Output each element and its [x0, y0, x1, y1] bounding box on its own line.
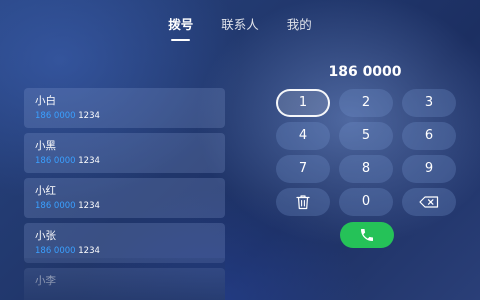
number-rest: 1234: [75, 201, 100, 211]
key-4[interactable]: 4: [276, 122, 330, 150]
phone-icon: [361, 229, 373, 241]
tab-contacts[interactable]: 联系人: [221, 16, 259, 38]
key-7[interactable]: 7: [276, 155, 330, 183]
contact-item[interactable]: 小张 186 0000 1234: [24, 223, 225, 263]
number-rest: 1234: [75, 246, 100, 256]
tab-me[interactable]: 我的: [287, 16, 312, 38]
contact-name: 小黑: [35, 140, 56, 152]
key-0[interactable]: 0: [339, 188, 393, 216]
number-match: 186 0000: [35, 156, 76, 166]
backspace-button[interactable]: [402, 188, 456, 216]
key-1[interactable]: 1: [276, 89, 330, 117]
trash-icon: [296, 195, 310, 210]
contact-name: 小白: [35, 95, 56, 107]
key-9[interactable]: 9: [402, 155, 456, 183]
key-5[interactable]: 5: [339, 122, 393, 150]
tab-dial[interactable]: 拨号: [168, 16, 193, 41]
number-match: 186 0000: [35, 201, 76, 211]
key-3[interactable]: 3: [402, 89, 456, 117]
contact-name: 小红: [35, 185, 56, 197]
call-button[interactable]: [340, 222, 394, 248]
contact-list[interactable]: 小白 186 0000 1234 小黑 186 0000 1234 小红 186…: [24, 88, 225, 300]
tab-bar: 拨号 联系人 我的: [0, 16, 480, 41]
key-8[interactable]: 8: [339, 155, 393, 183]
contact-name: 小李: [35, 275, 56, 287]
contact-item[interactable]: 小白 186 0000 1234: [24, 88, 225, 128]
contact-item[interactable]: 小红 186 0000 1234: [24, 178, 225, 218]
contact-number: 186 0000 1234: [35, 245, 214, 258]
number-match: 186 0000: [35, 246, 76, 256]
key-2[interactable]: 2: [339, 89, 393, 117]
contact-number: 186 0000 1234: [35, 155, 214, 168]
key-6[interactable]: 6: [402, 122, 456, 150]
dialed-number: 186 0000: [328, 64, 402, 80]
delete-button[interactable]: [276, 188, 330, 216]
number-rest: 1234: [75, 156, 100, 166]
number-rest: 1234: [75, 111, 100, 121]
contact-number: 186 0000 1234: [35, 110, 214, 123]
contact-number: 186 0000 1234: [35, 200, 214, 213]
number-match: 186 0000: [35, 111, 76, 121]
backspace-icon: [419, 196, 439, 208]
contact-item[interactable]: 小黑 186 0000 1234: [24, 133, 225, 173]
contact-name: 小张: [35, 230, 56, 242]
contact-item[interactable]: 小李: [24, 268, 225, 300]
